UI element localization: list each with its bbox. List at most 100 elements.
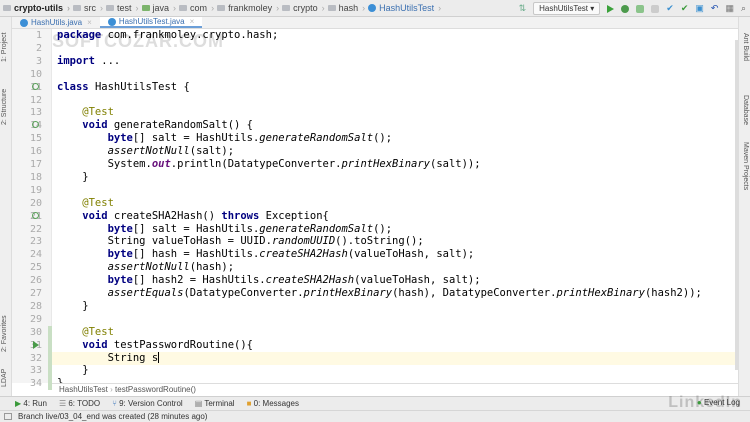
code-line: } (57, 170, 89, 184)
code-token: byte (57, 274, 133, 287)
code-token: void (57, 338, 114, 351)
todo-icon: ☰ (58, 399, 69, 408)
code-line: String valueToHash = UUID.randomUUID().t… (57, 235, 424, 248)
code-line: void testPasswordRoutine(){ (57, 339, 253, 352)
status-bar: Branch live/03_04_end was created (28 mi… (0, 410, 750, 422)
run-test-icon[interactable] (32, 211, 39, 219)
code-line: package com.frankmoley.crypto.hash; (57, 29, 278, 42)
vcs-update-icon[interactable]: ✔ (666, 3, 674, 14)
breadcrumb-item[interactable]: test › (106, 3, 139, 13)
line-number: 3 (35, 55, 42, 67)
code-editor[interactable]: SOFTCOZAR.COM package com.frankmoley.cry… (52, 29, 735, 383)
code-token: generateRandomSalt (259, 132, 374, 145)
ldap-tool-button[interactable]: LDAP (1, 369, 8, 387)
close-icon[interactable]: × (190, 17, 195, 26)
code-token: (salt)); (430, 158, 481, 170)
debug-icon[interactable] (621, 4, 630, 13)
breadcrumb-label: crypto-utils (14, 3, 64, 13)
breadcrumb-item[interactable]: crypto › (282, 3, 325, 13)
code-token: .println(DatatypeConverter. (170, 158, 342, 170)
breadcrumb-label: src (84, 3, 97, 13)
vcs-commit-icon[interactable]: ✔ (681, 3, 689, 14)
line-number: 1 (35, 30, 42, 41)
ant-build-tool-button[interactable]: Ant Build (742, 33, 749, 61)
line-number: 30 (29, 326, 42, 338)
code-line: } (57, 364, 89, 377)
sort-icon[interactable]: ⇅ (519, 3, 527, 14)
tool-windows-toggle-icon[interactable] (4, 413, 12, 420)
structure-tool-button[interactable]: 2: Structure (1, 89, 8, 125)
line-number: 24 (29, 249, 42, 261)
editor-breadcrumb: HashUtilsTest › testPasswordRoutine() (52, 383, 738, 396)
folder-icon (282, 5, 291, 11)
code-token: createSHA2Hash() (113, 209, 222, 222)
line-number: 18 (29, 171, 42, 183)
breadcrumb-label: HashUtilsTest (379, 3, 435, 13)
text-cursor (158, 352, 160, 363)
project-structure-icon[interactable]: ▦ (725, 3, 734, 14)
revert-icon[interactable]: ↶ (711, 3, 719, 14)
close-icon[interactable]: × (87, 18, 92, 27)
chevron-right-icon: › (362, 3, 366, 13)
tool-window-terminal[interactable]: ▤ Terminal (195, 399, 235, 408)
code-token: generateRandomSalt (259, 222, 374, 235)
chevron-right-icon: › (173, 3, 177, 13)
tool-window-todo[interactable]: ☰ 6: TODO (59, 399, 100, 408)
tool-window-run[interactable]: ▶ 4: Run (15, 399, 47, 408)
favorites-tool-button[interactable]: 2: Favorites (1, 315, 8, 352)
code-token: } (57, 299, 89, 312)
run-icon[interactable] (607, 4, 615, 13)
code-token: } (57, 170, 89, 183)
code-token: } (57, 364, 89, 377)
breadcrumb-label: hash (338, 3, 359, 13)
code-token: randomUUID (271, 235, 336, 248)
code-line: byte[] salt = HashUtils.generateRandomSa… (57, 132, 393, 145)
database-tool-button[interactable]: Database (742, 95, 749, 125)
run-config-dropdown[interactable]: HashUtilsTest ▾ (533, 2, 601, 15)
tool-window-vcs[interactable]: ⑂ 9: Version Control (112, 399, 183, 408)
code-token: String s (57, 351, 159, 364)
breadcrumb-item[interactable]: crypto-utils › (3, 3, 70, 13)
project-tool-button[interactable]: 1: Project (1, 32, 8, 62)
breadcrumb-label: crypto (293, 3, 318, 13)
line-number: 27 (29, 288, 42, 299)
stop-icon[interactable] (651, 4, 660, 13)
tab-hashutilstest[interactable]: HashUtilsTest.java × (99, 17, 203, 28)
search-icon[interactable]: ⌕ (741, 3, 746, 14)
tool-window-messages[interactable]: ■ 0: Messages (247, 399, 299, 408)
chevron-right-icon: › (321, 3, 325, 13)
breadcrumb-item[interactable]: hash › (327, 3, 366, 13)
breadcrumb-item[interactable]: HashUtilsTest › (368, 3, 441, 13)
breadcrumb-item[interactable]: java › (141, 3, 177, 13)
line-number: 2 (35, 42, 42, 54)
code-token: HashUtilsTest { (94, 80, 190, 93)
maven-projects-tool-button[interactable]: Maven Projects (742, 142, 749, 190)
event-log-button[interactable]: ● Event Log (697, 398, 740, 407)
tab-hashutils[interactable]: HashUtils.java × (12, 17, 100, 28)
breadcrumb-item[interactable]: com › (179, 3, 214, 13)
line-number: 20 (29, 197, 42, 209)
line-number: 26 (29, 275, 42, 287)
code-token: assertNotNull (57, 145, 190, 158)
code-token: generateRandomSalt() { (113, 119, 253, 132)
messages-icon: ■ (246, 399, 254, 408)
code-token: [] salt = HashUtils. (132, 132, 260, 145)
breadcrumb-method[interactable]: testPasswordRoutine() (115, 385, 196, 394)
code-line: byte[] hash = HashUtils.createSHA2Hash(v… (57, 248, 475, 261)
coverage-icon[interactable] (636, 4, 645, 13)
vertical-scrollbar[interactable] (735, 40, 738, 370)
vcs-history-icon[interactable]: ▣ (695, 3, 704, 14)
line-number: 16 (29, 146, 42, 158)
run-test-icon[interactable] (33, 340, 39, 349)
terminal-icon: ▤ (194, 399, 205, 408)
breadcrumb-class[interactable]: HashUtilsTest (59, 385, 108, 394)
breadcrumb-item[interactable]: frankmoley › (217, 3, 279, 13)
code-token: void (57, 119, 114, 132)
breadcrumb-item[interactable]: src › (73, 3, 103, 13)
run-test-icon[interactable] (32, 82, 39, 90)
tool-window-label: Terminal (204, 399, 235, 408)
tool-window-label: 0: Messages (253, 399, 299, 408)
left-tool-strip: 1: Project 2: Structure 2: Favorites LDA… (0, 17, 12, 396)
folder-icon (217, 5, 226, 11)
line-number: 10 (29, 68, 42, 80)
